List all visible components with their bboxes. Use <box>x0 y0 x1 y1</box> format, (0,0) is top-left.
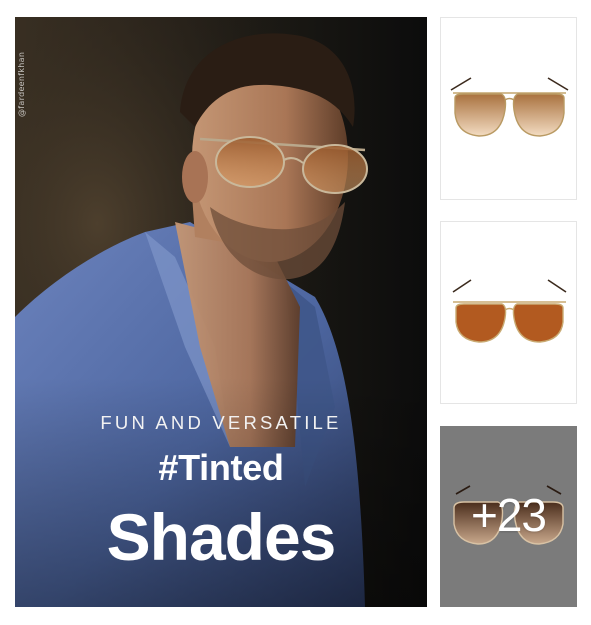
product-thumbnail-1[interactable] <box>440 17 577 200</box>
product-thumbnail-2[interactable] <box>440 221 577 404</box>
more-products-tile[interactable]: +23 <box>440 426 577 607</box>
instagram-handle-watermark: @fardeenfkhan <box>17 51 26 117</box>
gold-aviator-brown-lens-icon <box>452 279 567 343</box>
more-count-label: +23 <box>470 489 547 541</box>
hero-image-card[interactable]: @fardeenfkhan FUN AND VERSATILE #Tinted … <box>15 17 427 607</box>
hero-hashtag: #Tinted <box>158 447 284 488</box>
hero-tagline: FUN AND VERSATILE <box>100 412 342 433</box>
gold-aviator-gradient-lens-icon <box>450 77 569 137</box>
hero-headline: Shades <box>106 500 337 574</box>
